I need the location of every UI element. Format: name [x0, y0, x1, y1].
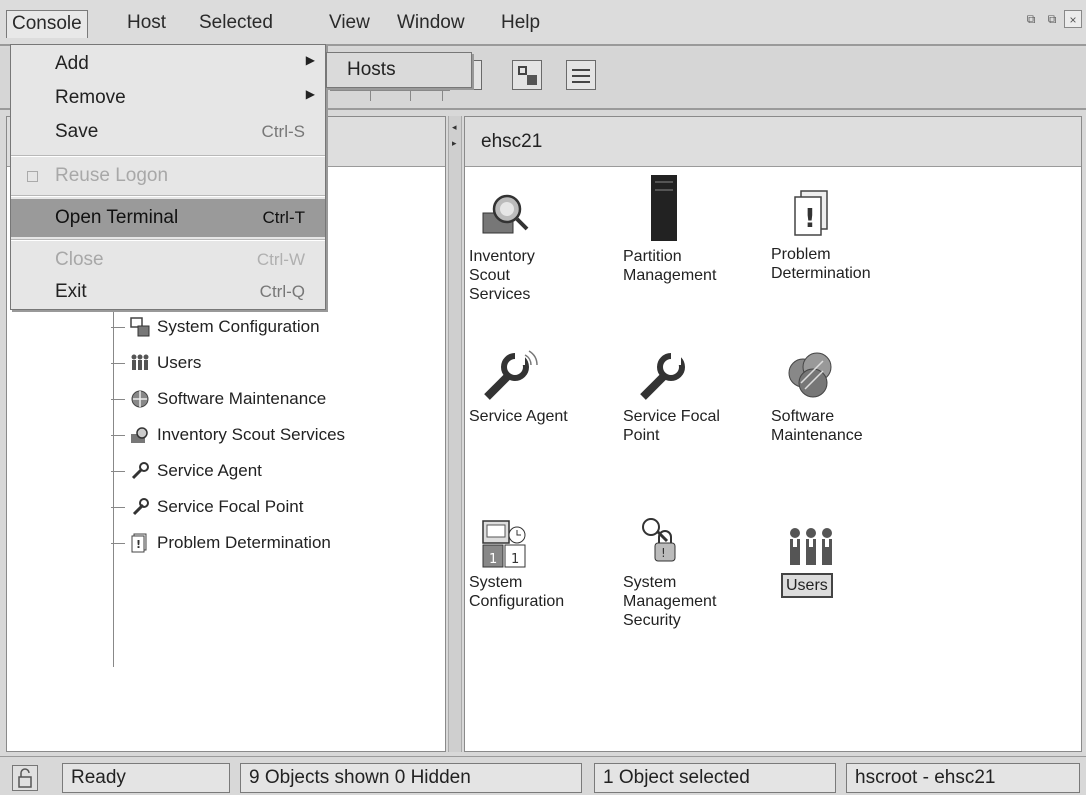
- status-object-count: 9 Objects shown 0 Hidden: [240, 763, 582, 793]
- tile-system-configuration[interactable]: 11 System Configuration: [469, 515, 619, 611]
- icon-view-icon: [518, 66, 527, 75]
- inventory-scout-icon: [129, 424, 151, 446]
- status-selection: 1 Object selected: [594, 763, 836, 793]
- status-bar: Ready 9 Objects shown 0 Hidden 1 Object …: [0, 756, 1086, 794]
- tree-item-inventory-scout[interactable]: Inventory Scout Services: [111, 421, 345, 449]
- console-menu: Add ▶ Remove ▶ Save Ctrl-S Reuse Logon O…: [10, 44, 326, 310]
- add-submenu: Hosts: [326, 52, 472, 88]
- tree-item-problem-determination[interactable]: ! Problem Determination: [111, 529, 331, 557]
- window-controls: ⧉ ⧉ ×: [1022, 10, 1082, 28]
- tree-item-service-agent[interactable]: Service Agent: [111, 457, 262, 485]
- svg-text:!: !: [136, 538, 141, 551]
- content-title: ehsc21: [481, 131, 543, 152]
- restore-icon[interactable]: ⧉: [1022, 10, 1040, 28]
- menu-item-close[interactable]: Close Ctrl-W: [11, 243, 325, 277]
- checkbox-icon: [27, 171, 38, 182]
- status-ready: Ready: [62, 763, 230, 793]
- tree-item-service-focal-point[interactable]: Service Focal Point: [111, 493, 303, 521]
- menu-window[interactable]: Window: [392, 10, 470, 38]
- close-icon[interactable]: ×: [1064, 10, 1082, 28]
- svg-text:1: 1: [511, 552, 519, 567]
- submenu-item-hosts[interactable]: Hosts: [347, 59, 396, 81]
- inventory-scout-icon: [479, 189, 539, 247]
- menu-item-open-terminal[interactable]: Open Terminal Ctrl-T: [11, 199, 325, 237]
- ruler: [330, 90, 450, 104]
- menu-bar: Console Host Selected View Window Help ⧉…: [0, 0, 1086, 46]
- menu-selected[interactable]: Selected: [194, 10, 278, 38]
- panel-splitter[interactable]: ◂ ▸: [448, 116, 462, 752]
- service-agent-icon: [129, 460, 151, 482]
- details-view-button[interactable]: [566, 60, 596, 90]
- collapse-right-icon[interactable]: ▸: [452, 138, 457, 149]
- problem-determination-icon: !: [129, 532, 151, 554]
- collapse-left-icon[interactable]: ◂: [452, 122, 457, 133]
- tree-item-users[interactable]: Users: [111, 349, 201, 377]
- menu-item-exit[interactable]: Exit Ctrl-Q: [11, 275, 325, 309]
- details-view-icon: [572, 69, 590, 71]
- software-maintenance-icon: [781, 349, 841, 407]
- tree-item-system-configuration[interactable]: System Configuration: [111, 313, 320, 341]
- tile-software-maintenance[interactable]: Software Maintenance: [771, 349, 921, 445]
- maximize-icon[interactable]: ⧉: [1043, 10, 1061, 28]
- menu-view[interactable]: View: [324, 10, 375, 38]
- system-configuration-icon: 11: [479, 515, 539, 573]
- icon-view-button[interactable]: [512, 60, 542, 90]
- service-agent-icon: [479, 349, 539, 407]
- submenu-arrow-icon: ▶: [305, 87, 315, 101]
- tile-problem-determination[interactable]: ! Problem Determination: [771, 187, 921, 283]
- submenu-arrow-icon: ▶: [305, 53, 315, 67]
- partition-management-icon: [633, 175, 693, 247]
- menu-help[interactable]: Help: [496, 10, 545, 38]
- status-user: hscroot - ehsc21: [846, 763, 1080, 793]
- svg-text:!: !: [661, 546, 666, 560]
- tile-partition-management[interactable]: Partition Management: [623, 175, 773, 285]
- content-panel: ehsc21 Inventory Scout Services Partitio…: [464, 116, 1082, 752]
- menu-item-add[interactable]: Add ▶: [11, 47, 325, 81]
- menu-item-remove[interactable]: Remove ▶: [11, 81, 325, 115]
- service-focal-point-icon: [633, 349, 693, 407]
- tile-users[interactable]: Users: [781, 525, 931, 598]
- menu-item-reuse-logon[interactable]: Reuse Logon: [11, 159, 325, 193]
- software-maintenance-icon: [129, 388, 151, 410]
- users-icon: [787, 525, 847, 573]
- tile-service-agent[interactable]: Service Agent: [469, 349, 619, 426]
- lock-icon[interactable]: [12, 765, 38, 791]
- menu-item-save[interactable]: Save Ctrl-S: [11, 115, 325, 149]
- service-focal-point-icon: [129, 496, 151, 518]
- content-header: ehsc21: [465, 117, 1081, 167]
- tile-system-management-security[interactable]: ! System Management Security: [623, 515, 773, 630]
- tile-service-focal-point[interactable]: Service Focal Point: [623, 349, 773, 445]
- tile-inventory-scout[interactable]: Inventory Scout Services: [469, 189, 619, 304]
- menu-host[interactable]: Host: [122, 10, 171, 38]
- problem-determination-icon: !: [781, 187, 841, 245]
- menu-console[interactable]: Console: [6, 10, 88, 38]
- svg-text:!: !: [804, 204, 816, 234]
- users-icon: [129, 352, 151, 374]
- system-configuration-icon: [129, 316, 151, 338]
- tree-item-software-maintenance[interactable]: Software Maintenance: [111, 385, 326, 413]
- system-management-security-icon: !: [633, 515, 693, 573]
- svg-text:1: 1: [489, 552, 497, 567]
